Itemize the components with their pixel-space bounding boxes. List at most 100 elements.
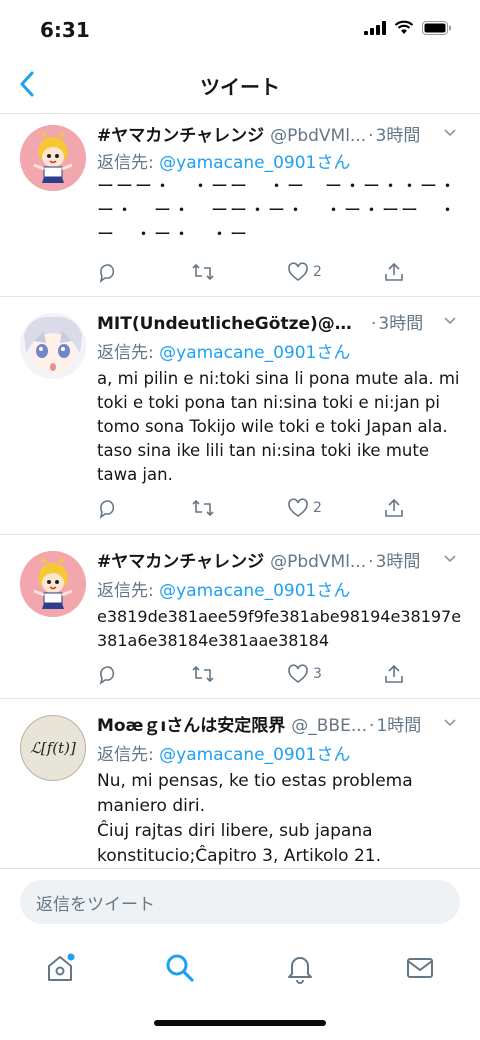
separator-dot: · (368, 552, 374, 572)
like-count: 2 (313, 500, 322, 516)
separator-dot: · (371, 314, 377, 334)
separator-dot: · (368, 126, 374, 146)
tweet[interactable]: MIT(UndeutlicheGötze)@大… · 3時間 返信先: @yam… (0, 297, 480, 535)
reply-button[interactable] (97, 663, 119, 685)
reply-prefix: 返信先: (97, 581, 160, 601)
reply-button[interactable] (97, 497, 119, 519)
like-button[interactable]: 3 (287, 663, 322, 685)
tweet-time: 3時間 (375, 126, 421, 146)
tweet-body: ーーー・ ・ーー ・ー ー・ー・・ー・ー・ ー・ ーー・ー・ ・ー・ーー ・ー … (97, 177, 458, 245)
tweet-actions: 2 (97, 497, 417, 523)
tweet-actions: 3 (97, 663, 417, 689)
popuko-avatar-image (20, 125, 86, 191)
share-icon (385, 498, 403, 517)
retweet-button[interactable] (191, 497, 215, 519)
retweet-icon (192, 499, 214, 517)
tweet-header: Moæｇıさんは安定限界 @_BBE... · 1時間 (97, 711, 464, 736)
avatar[interactable] (20, 313, 86, 379)
nav-bar: ツイート (0, 56, 480, 114)
battery-icon (422, 20, 451, 35)
retweet-icon (192, 263, 214, 281)
wifi-icon (394, 20, 414, 34)
popuko-avatar-image (20, 551, 86, 617)
tweet-body: a, mi pilin e ni:toki sina li pona mute … (97, 369, 460, 484)
retweet-button[interactable] (191, 663, 215, 685)
tweet-body: Nu, mi pensas, ke tio estas problema man… (97, 769, 464, 869)
reply-icon (99, 500, 115, 519)
search-icon (166, 954, 194, 982)
chevron-down-icon[interactable] (442, 715, 458, 731)
heart-icon (288, 498, 308, 517)
reply-mention-link[interactable]: @yamacane_0901さん (159, 745, 350, 765)
separator-dot: · (369, 716, 375, 736)
tweet-body-line: Nu, mi pensas, ke tio estas problema man… (97, 771, 413, 816)
tweet-header: #ヤマカンチャレンジ @PbdVMl... · 3時間 (97, 547, 464, 572)
reply-to: 返信先: @yamacane_0901さん (97, 338, 350, 363)
home-indicator[interactable] (154, 1020, 326, 1026)
avatar[interactable] (20, 551, 86, 617)
messages-icon (407, 958, 433, 978)
tab-home[interactable] (40, 948, 80, 988)
anime-girl-avatar-image (20, 313, 86, 379)
like-button[interactable]: 2 (287, 497, 322, 519)
tweet-body: e3819de381aee59f9fe381abe98194e38197e381… (97, 607, 462, 650)
tweet-header: #ヤマカンチャレンジ @PbdVMl... · 3時間 (97, 121, 464, 146)
user-handle[interactable]: @PbdVMl... (270, 552, 366, 572)
reply-icon (99, 264, 115, 283)
like-button[interactable]: 2 (287, 261, 322, 283)
display-name[interactable]: MIT(UndeutlicheGötze)@大… (97, 309, 367, 334)
status-bar: 6:31 (0, 0, 480, 56)
avatar[interactable] (20, 125, 86, 191)
share-icon (385, 262, 403, 281)
reply-composer: 返信をツイート (0, 868, 480, 932)
reply-mention-link[interactable]: @yamacane_0901さん (159, 581, 350, 601)
reply-to: 返信先: @yamacane_0901さん (97, 148, 350, 173)
user-handle[interactable]: @PbdVMl... (270, 126, 366, 146)
status-time: 6:31 (40, 18, 90, 42)
tweet-header: MIT(UndeutlicheGötze)@大… · 3時間 (97, 309, 464, 334)
tweet[interactable]: #ヤマカンチャレンジ @PbdVMl... · 3時間 返信先: @yamaca… (0, 535, 480, 699)
reply-prefix: 返信先: (97, 745, 160, 765)
share-button[interactable] (383, 261, 405, 283)
heart-icon (288, 262, 308, 281)
share-button[interactable] (383, 663, 405, 685)
tweet[interactable]: #ヤマカンチャレンジ @PbdVMl... · 3時間 返信先: @yamaca… (0, 115, 480, 297)
reply-prefix: 返信先: (97, 343, 160, 363)
chevron-down-icon[interactable] (442, 313, 458, 329)
tab-notifications[interactable] (280, 948, 320, 988)
reply-button[interactable] (97, 261, 119, 283)
reply-to: 返信先: @yamacane_0901さん (97, 576, 350, 601)
tweet-time: 1時間 (376, 716, 422, 736)
share-icon (385, 664, 403, 683)
reply-input[interactable]: 返信をツイート (20, 880, 460, 924)
tab-bar (0, 932, 480, 1040)
retweet-button[interactable] (191, 261, 215, 283)
chevron-down-icon[interactable] (442, 125, 458, 141)
timeline: #ヤマカンチャレンジ @PbdVMl... · 3時間 返信先: @yamaca… (0, 115, 480, 869)
retweet-icon (192, 665, 214, 683)
tweet-actions: 2 (97, 261, 417, 287)
display-name[interactable]: #ヤマカンチャレンジ (97, 547, 264, 572)
notifications-icon (288, 957, 312, 984)
tweet[interactable]: ℒ[f(t)] Moæｇıさんは安定限界 @_BBE... · 1時間 返信先:… (0, 699, 480, 869)
display-name[interactable]: #ヤマカンチャレンジ (97, 121, 264, 146)
chevron-down-icon[interactable] (442, 551, 458, 567)
reply-mention-link[interactable]: @yamacane_0901さん (159, 153, 350, 173)
share-button[interactable] (383, 497, 405, 519)
reply-mention-link[interactable]: @yamacane_0901さん (159, 343, 350, 363)
tweet-body-line: Ĉiuj rajtas diri libere, sub japana kons… (97, 821, 382, 866)
like-count: 3 (313, 666, 322, 682)
tweet-time: 3時間 (375, 552, 421, 572)
home-icon (48, 953, 75, 981)
reply-prefix: 返信先: (97, 153, 160, 173)
heart-icon (288, 664, 308, 683)
tab-search[interactable] (160, 948, 200, 988)
tweet-time: 3時間 (378, 314, 424, 334)
display-name[interactable]: Moæｇıさんは安定限界 (97, 711, 285, 736)
like-count: 2 (313, 264, 322, 280)
avatar[interactable]: ℒ[f(t)] (20, 715, 86, 781)
user-handle[interactable]: @_BBE... (291, 716, 367, 736)
avatar-text: ℒ[f(t)] (30, 739, 76, 757)
tab-messages[interactable] (400, 948, 440, 988)
page-title: ツイート (200, 75, 280, 99)
